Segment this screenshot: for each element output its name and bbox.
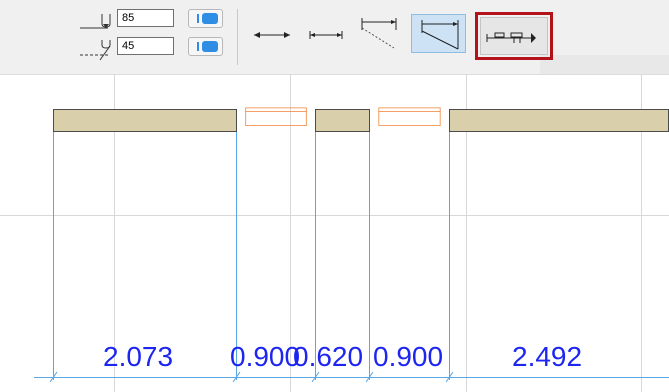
upper-offset-toggle[interactable] [188, 9, 223, 28]
wall-segment[interactable] [315, 109, 370, 132]
dimension-marker-button-face [480, 17, 548, 55]
dimension-arrow-icon [254, 32, 290, 38]
dimension-label[interactable]: 2.492 [512, 342, 582, 372]
window-opening[interactable] [236, 104, 316, 127]
upper-offset-icon [80, 14, 111, 29]
lower-offset-toggle[interactable] [188, 37, 223, 56]
dimension-short-arrow-button[interactable] [304, 14, 348, 54]
lower-offset-input[interactable]: 45 [117, 37, 174, 55]
toolbar-separator [237, 9, 238, 65]
dimension-short-arrow-icon [309, 31, 343, 39]
dimension-marker-icon [486, 32, 536, 43]
dimension-extension-line [53, 132, 54, 380]
dimension-slanted-button[interactable] [358, 14, 402, 54]
dimension-label[interactable]: 0.620 [293, 342, 363, 372]
toolbar-background-panel [540, 55, 669, 75]
toggle-tick-icon [197, 14, 199, 23]
dimension-slanted-icon [361, 18, 397, 49]
window-opening[interactable] [369, 104, 450, 127]
toggle-pill-icon [202, 41, 218, 52]
toggle-tick-icon [197, 42, 199, 51]
dimension-line [34, 377, 669, 378]
dimension-extension-line [449, 132, 450, 380]
dimension-arrow-button[interactable] [250, 14, 294, 54]
wall-segment[interactable] [53, 109, 237, 132]
lower-offset-icon [80, 40, 111, 61]
dimension-toolbar: 85 45 [0, 0, 669, 75]
toggle-pill-icon [202, 13, 218, 24]
upper-offset-input[interactable]: 85 [117, 9, 174, 27]
dimension-marker-button[interactable] [475, 12, 553, 60]
dimension-label[interactable]: 0.900 [230, 342, 300, 372]
dimension-slanted-filled-icon [421, 20, 459, 50]
dimension-label[interactable]: 0.900 [373, 342, 443, 372]
dimension-slanted-filled-button[interactable] [411, 14, 466, 53]
dimension-extension-line [369, 132, 370, 380]
grid-line [0, 215, 669, 216]
wall-segment[interactable] [449, 109, 669, 132]
dimension-label[interactable]: 2.073 [103, 342, 173, 372]
